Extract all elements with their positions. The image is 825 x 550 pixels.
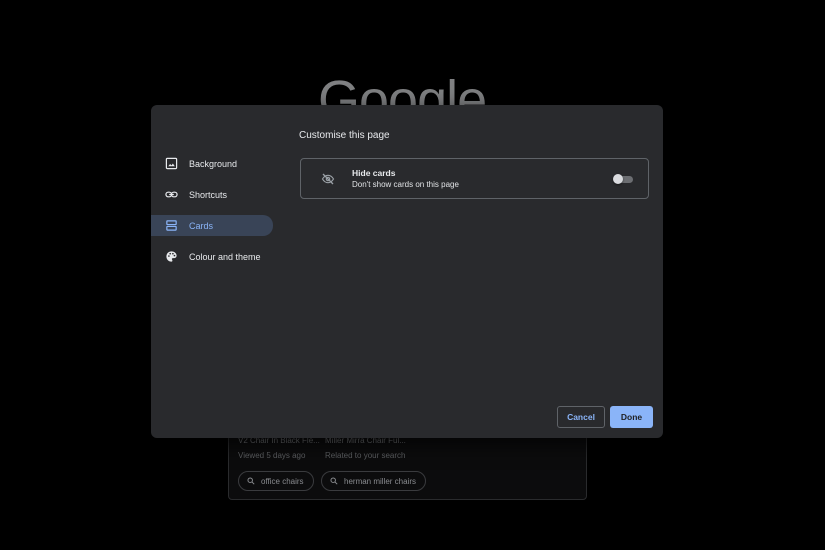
sidebar-item-colour-and-theme[interactable]: Colour and theme xyxy=(151,246,276,267)
palette-icon xyxy=(165,250,178,263)
sidebar-item-shortcuts[interactable]: Shortcuts xyxy=(151,184,276,205)
eye-off-icon xyxy=(321,172,335,186)
option-title: Hide cards xyxy=(352,168,396,178)
sidebar-item-background[interactable]: Background xyxy=(151,153,276,174)
hide-cards-toggle[interactable] xyxy=(613,174,635,184)
dialog-sidebar: Background Shortcuts Cards Colour and th… xyxy=(151,153,276,277)
dialog-title: Customise this page xyxy=(299,130,390,141)
sidebar-item-label: Shortcuts xyxy=(189,189,228,200)
option-description: Don't show cards on this page xyxy=(352,180,459,189)
cards-icon xyxy=(165,219,178,232)
done-button[interactable]: Done xyxy=(610,406,653,428)
sidebar-item-label: Cards xyxy=(189,220,214,231)
hide-cards-option[interactable]: Hide cards Don't show cards on this page xyxy=(300,158,649,199)
sidebar-item-label: Colour and theme xyxy=(189,251,261,262)
sidebar-item-label: Background xyxy=(189,158,238,169)
link-icon xyxy=(165,188,178,201)
sidebar-item-cards[interactable]: Cards xyxy=(151,215,273,236)
toggle-knob xyxy=(613,174,623,184)
image-icon xyxy=(165,157,178,170)
customise-dialog: Background Shortcuts Cards Colour and th… xyxy=(151,105,663,438)
cancel-button[interactable]: Cancel xyxy=(557,406,605,428)
